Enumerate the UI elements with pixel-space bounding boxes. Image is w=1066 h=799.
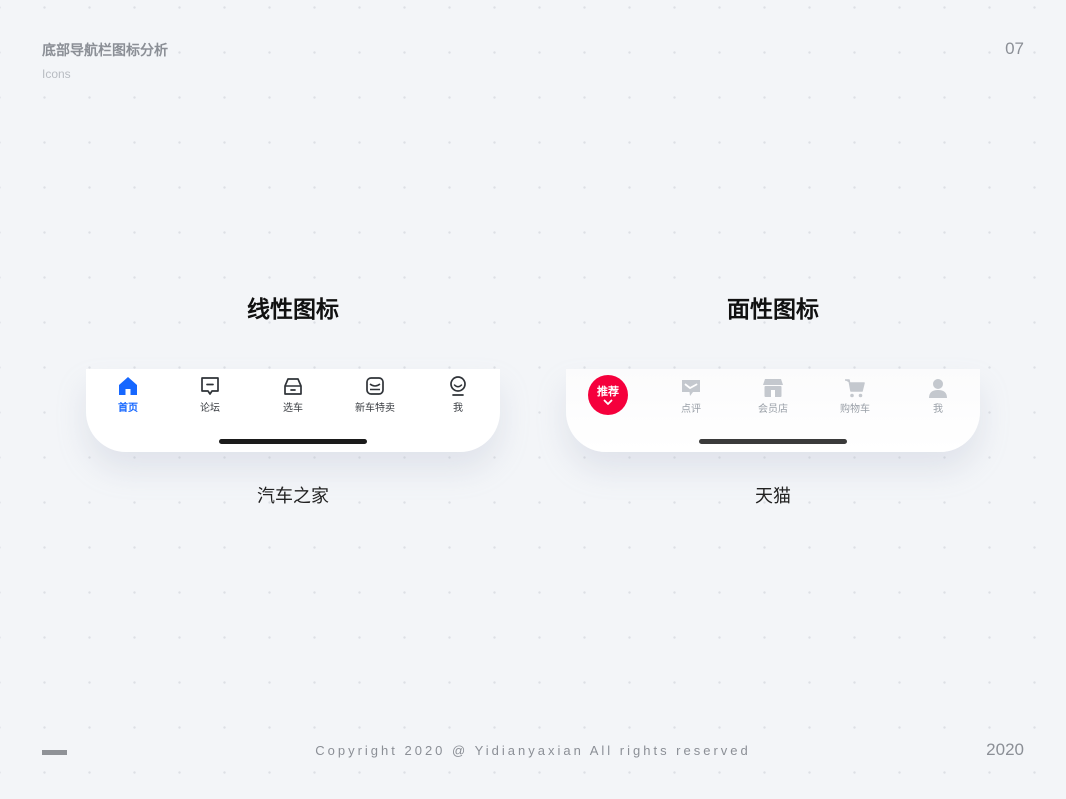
copyright-text: Copyright 2020 @ Yidianyaxian All rights… xyxy=(315,743,751,758)
tab-cart[interactable]: 购物车 xyxy=(825,378,885,415)
tab-forum[interactable]: 论坛 xyxy=(180,375,240,414)
page-title: 底部导航栏图标分析 xyxy=(42,43,168,59)
profile-icon xyxy=(450,376,466,396)
forum-icon xyxy=(201,377,219,395)
tab-label: 会员店 xyxy=(758,404,788,415)
tab-label: 首页 xyxy=(118,403,138,414)
home-indicator xyxy=(699,439,847,444)
linear-section-title: 线性图标 xyxy=(247,297,339,323)
face-tab-bar: 推荐 点评 会员店 购物车 我 xyxy=(566,369,980,452)
tab-new-car-sale[interactable]: 新车特卖 xyxy=(345,375,405,414)
tab-label: 我 xyxy=(453,403,463,414)
home-indicator xyxy=(219,439,367,444)
tab-review[interactable]: 点评 xyxy=(661,378,721,415)
tab-label: 点评 xyxy=(681,404,701,415)
face-section-title: 面性图标 xyxy=(727,297,819,323)
linear-caption: 汽车之家 xyxy=(257,486,329,507)
tab-me[interactable]: 我 xyxy=(428,375,488,414)
user-icon xyxy=(929,379,947,398)
new-car-sale-icon xyxy=(366,377,384,395)
recommend-button[interactable]: 推荐 xyxy=(588,375,628,415)
tab-label: 选车 xyxy=(283,403,303,414)
chevron-down-icon xyxy=(603,399,613,405)
tab-home[interactable]: 首页 xyxy=(98,375,158,414)
tab-label: 购物车 xyxy=(840,404,870,415)
tab-me[interactable]: 我 xyxy=(908,378,968,415)
tab-choose-car[interactable]: 选车 xyxy=(263,375,323,414)
linear-tab-bar: 首页 论坛 选车 新车特卖 我 xyxy=(86,369,500,452)
car-icon xyxy=(284,378,302,395)
home-icon xyxy=(119,377,137,395)
page-number: 07 xyxy=(1005,39,1024,58)
tab-member-store[interactable]: 会员店 xyxy=(743,378,803,415)
cart-icon xyxy=(845,379,865,398)
store-icon xyxy=(763,379,783,397)
recommend-label: 推荐 xyxy=(597,385,619,398)
tab-label: 论坛 xyxy=(200,403,220,414)
tab-label: 我 xyxy=(933,404,943,415)
footer-year: 2020 xyxy=(986,740,1024,759)
page-subtitle: Icons xyxy=(42,67,71,81)
review-icon xyxy=(682,380,700,396)
tab-label: 新车特卖 xyxy=(355,403,395,414)
face-caption: 天猫 xyxy=(755,486,791,507)
